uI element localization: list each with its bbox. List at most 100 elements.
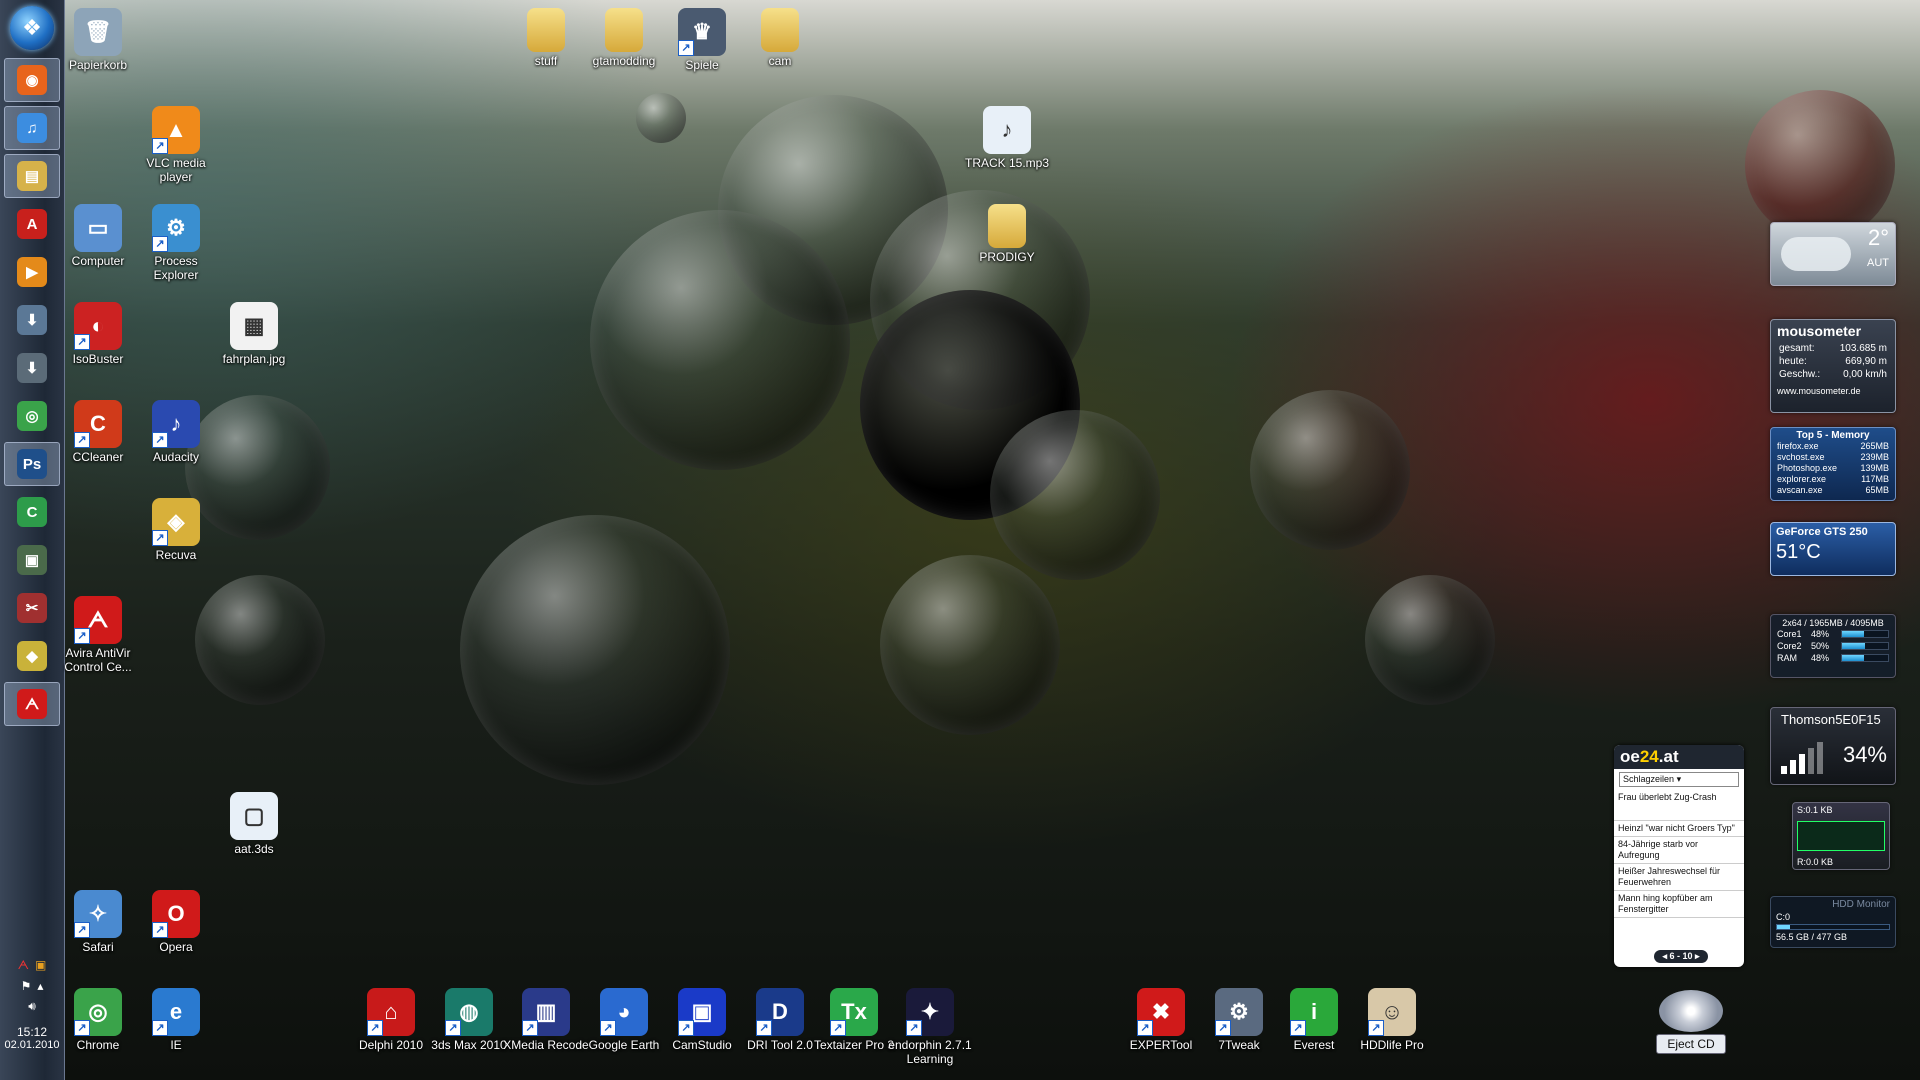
taskbar-tool-button[interactable]: ✂	[4, 586, 60, 630]
taskbar-ccleaner-button[interactable]: C	[4, 490, 60, 534]
desktop-icon-avira-antivir-control-ce[interactable]: ᗅ ↗ Avira AntiVir Control Ce...	[53, 596, 143, 674]
cpu-meter-gadget[interactable]: 2x64 / 1965MB / 4095MB Core1 48% Core2 50% R…	[1770, 614, 1896, 678]
taskbar-downloader-1-button[interactable]: ⬇	[4, 298, 60, 342]
clock-date[interactable]: 02.01.2010	[4, 1039, 59, 1051]
news-item[interactable]: Heißer Jahreswechsel für Feuerwehren	[1614, 864, 1744, 891]
mousometer-site-link[interactable]: www.mousometer.de	[1771, 381, 1895, 401]
flag-tray-icon[interactable]: ⚑	[21, 979, 32, 993]
taskbar-itunes-button[interactable]: ♫	[4, 106, 60, 150]
desktop-icon-xmedia-recode[interactable]: ▥ ↗ XMedia Recode	[501, 988, 591, 1052]
notification-tray-icon[interactable]: ▣	[35, 958, 46, 973]
google-earth-icon: ◕ ↗	[600, 988, 648, 1036]
avira-antivir-control-ce-icon: ᗅ ↗	[74, 596, 122, 644]
track-15-mp3-icon: ♪	[983, 106, 1031, 154]
desktop-icon-everest[interactable]: i ↗ Everest	[1269, 988, 1359, 1052]
desktop-icon-audacity[interactable]: ♪ ↗ Audacity	[131, 400, 221, 464]
taskbar-explorer-button[interactable]: ▤	[4, 154, 60, 198]
bubble-decoration	[460, 515, 730, 785]
desktop-icon-label: Delphi 2010	[358, 1038, 424, 1052]
isobuster-icon: ◐ ↗	[74, 302, 122, 350]
desktop-icon-aat-3ds[interactable]: ▢ aat.3ds	[209, 792, 299, 856]
news-item[interactable]: Heinzl "war nicht Groers Typ"	[1614, 821, 1744, 837]
desktop-icon-isobuster[interactable]: ◐ ↗ IsoBuster	[53, 302, 143, 366]
mousometer-gadget[interactable]: mousometer gesamt: 103.685 m heute: 669,90 …	[1770, 319, 1896, 413]
hdd-drive: C:0	[1776, 912, 1791, 922]
news-item[interactable]: 84-Jährige starb vor Aufregung	[1614, 837, 1744, 864]
news-headline[interactable]: Frau überlebt Zug-Crash	[1614, 790, 1744, 821]
chevron-left-icon[interactable]: ◂	[1662, 951, 1667, 961]
clock-time[interactable]: 15:12	[17, 1025, 47, 1039]
desktop-icon-label: IsoBuster	[72, 352, 124, 366]
taskbar-avira-button[interactable]: ᗅ	[4, 682, 60, 726]
hdd-monitor-gadget[interactable]: HDD Monitor C:0 56.5 GB / 477 GB	[1770, 896, 1896, 948]
desktop-icon-gtamodding[interactable]: gtamodding	[579, 8, 669, 68]
desktop-icon-papierkorb[interactable]: 🗑 Papierkorb	[53, 8, 143, 72]
eject-cd-button[interactable]: Eject CD	[1656, 1034, 1726, 1054]
desktop-icon-opera[interactable]: O ↗ Opera	[131, 890, 221, 954]
network-tray-icon[interactable]: ▴	[37, 979, 43, 993]
ccleaner-icon: C	[17, 497, 47, 527]
news-category-select[interactable]: Schlagzeilen ▾	[1619, 772, 1739, 787]
desktop-icon-track-15-mp3[interactable]: ♪ TRACK 15.mp3	[962, 106, 1052, 170]
mousometer-row-label: Geschw.:	[1779, 369, 1821, 380]
desktop-icon-camstudio[interactable]: ▣ ↗ CamStudio	[657, 988, 747, 1052]
top5-row: firefox.exe 265MB	[1771, 441, 1895, 452]
news-pager[interactable]: ◂ 6 - 10 ▸	[1654, 950, 1708, 963]
top5-memory-gadget[interactable]: Top 5 - Memory firefox.exe 265MB svchost.e…	[1770, 427, 1896, 501]
desktop-icon-hddlife-pro[interactable]: ☺ ↗ HDDlife Pro	[1347, 988, 1437, 1052]
desktop-icon-endorphin-2-7-1-learning[interactable]: ✦ ↗ endorphin 2.7.1 Learning	[885, 988, 975, 1066]
bubble-decoration	[718, 95, 948, 325]
desktop-icon-fahrplan-jpg[interactable]: ▦ fahrplan.jpg	[209, 302, 299, 366]
desktop-icon-chrome[interactable]: ◎ ↗ Chrome	[53, 988, 143, 1052]
chevron-right-icon[interactable]: ▸	[1695, 951, 1700, 961]
desktop-icon-expertool[interactable]: ✖ ↗ EXPERTool	[1116, 988, 1206, 1052]
network-meter-gadget[interactable]: S:0.1 KB R:0.0 KB	[1792, 802, 1890, 870]
desktop-icon-delphi-2010[interactable]: ⌂ ↗ Delphi 2010	[346, 988, 436, 1052]
audacity-icon: ♪ ↗	[152, 400, 200, 448]
volume-icon[interactable]: 🔊︎	[28, 999, 36, 1014]
avira-tray-icon[interactable]: ᗅ	[18, 958, 29, 973]
desktop-icon-computer[interactable]: ▭ Computer	[53, 204, 143, 268]
camstudio-icon: ▣ ↗	[678, 988, 726, 1036]
taskbar-photoshop-button[interactable]: Ps	[4, 442, 60, 486]
desktop-icon-google-earth[interactable]: ◕ ↗ Google Earth	[579, 988, 669, 1052]
expertool-icon: ✖ ↗	[1137, 988, 1185, 1036]
dri-tool-2-0-icon: D ↗	[756, 988, 804, 1036]
desktop-icon-safari[interactable]: ✧ ↗ Safari	[53, 890, 143, 954]
desktop-icon-label: EXPERTool	[1129, 1038, 1193, 1052]
eject-cd-gadget[interactable]: Eject CD	[1646, 990, 1736, 1054]
desktop-icon-recuva[interactable]: ◈ ↗ Recuva	[131, 498, 221, 562]
paint-icon: ◆	[17, 641, 47, 671]
folder-icon	[988, 204, 1026, 248]
news-item[interactable]: Mann hing kopfüber am Fenstergitter	[1614, 891, 1744, 918]
taskbar-downloader-2-button[interactable]: ⬇	[4, 346, 60, 390]
wifi-gadget[interactable]: Thomson5E0F15 34%	[1770, 707, 1896, 785]
cpu-header: 2x64 / 1965MB / 4095MB	[1782, 618, 1884, 628]
net-recv: R:0.0 KB	[1797, 857, 1834, 867]
desktop-icon-prodigy[interactable]: PRODIGY	[962, 204, 1052, 264]
start-button[interactable]: ❖	[10, 6, 54, 50]
desktop-icon-vlc-media-player[interactable]: ▲ ↗ VLC media player	[131, 106, 221, 184]
bubble-decoration	[1250, 390, 1410, 550]
desktop-icon-spiele[interactable]: ♛ ↗ Spiele	[657, 8, 747, 72]
news-gadget[interactable]: oe24.at Schlagzeilen ▾ Frau überlebt Zug…	[1614, 745, 1744, 967]
bubble-decoration	[860, 290, 1080, 520]
gpu-temp-gadget[interactable]: GeForce GTS 250 51°C	[1770, 522, 1896, 576]
desktop-icon-label: 3ds Max 2010	[431, 1038, 507, 1052]
desktop-icon-ie[interactable]: e ↗ IE	[131, 988, 221, 1052]
taskbar-media-player-button[interactable]: ▶	[4, 250, 60, 294]
desktop-icon-ccleaner[interactable]: C ↗ CCleaner	[53, 400, 143, 464]
taskbar-acrobat-button[interactable]: A	[4, 202, 60, 246]
ccleaner-icon: C ↗	[74, 400, 122, 448]
taskbar-paint-button[interactable]: ◆	[4, 634, 60, 678]
weather-gadget[interactable]: 2° AUT	[1770, 222, 1896, 286]
mousometer-title: mousometer	[1777, 323, 1862, 339]
desktop-icon-process-explorer[interactable]: ⚙ ↗ Process Explorer	[131, 204, 221, 282]
chrome-icon: ◎	[17, 401, 47, 431]
cpu-row: Core2 50%	[1771, 640, 1895, 652]
taskbar-chrome-button[interactable]: ◎	[4, 394, 60, 438]
desktop-icon-cam[interactable]: cam	[735, 8, 825, 68]
taskbar-firefox-button[interactable]: ◉	[4, 58, 60, 102]
desktop-icon-stuff[interactable]: stuff	[501, 8, 591, 68]
taskbar-monitor-button[interactable]: ▣	[4, 538, 60, 582]
